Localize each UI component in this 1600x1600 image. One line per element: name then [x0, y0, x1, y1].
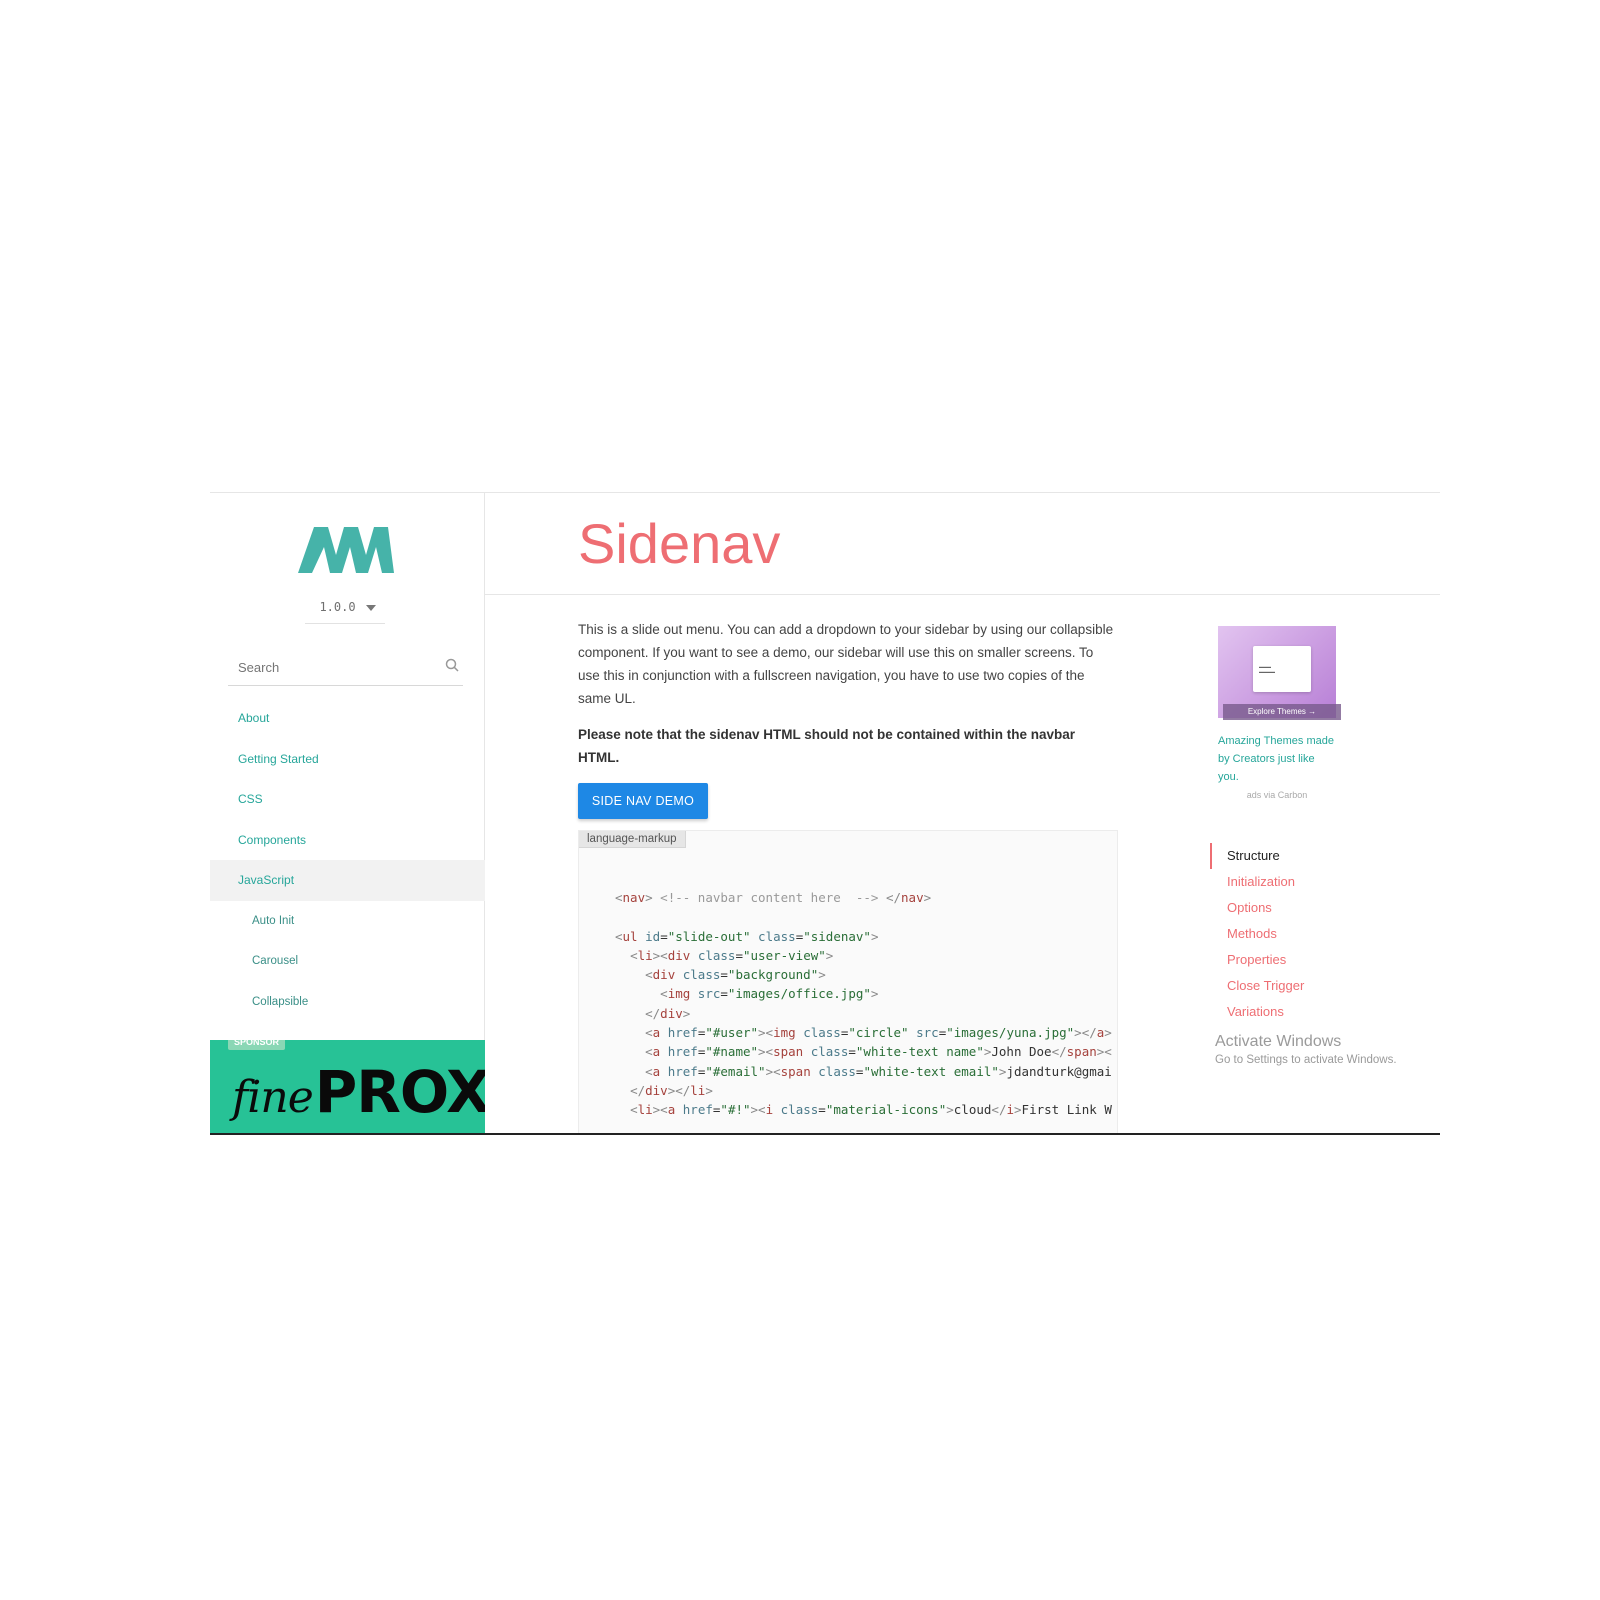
ad-image[interactable]: ▬▬▬ ▬▬▬▬ Explore Themes → [1218, 626, 1341, 720]
sponsor-logo-fine: fine [232, 1072, 314, 1123]
note-paragraph: Please note that the sidenav HTML should… [578, 727, 1076, 765]
toc-item-initialization[interactable]: Initialization [1210, 869, 1304, 895]
nav-item-javascript[interactable]: JavaScript [210, 860, 485, 901]
search-field [228, 648, 463, 686]
sponsor-banner[interactable]: SPONSOR finePROXY [210, 1040, 485, 1135]
materialize-logo[interactable] [292, 521, 396, 579]
toc-item-methods[interactable]: Methods [1210, 921, 1304, 947]
table-of-contents: Structure Initialization Options Methods… [1210, 843, 1304, 1025]
nav-item-carousel[interactable]: Carousel [210, 941, 485, 982]
intro-paragraph: This is a slide out menu. You can add a … [578, 622, 1114, 706]
activate-windows-subtitle: Go to Settings to activate Windows. [1215, 1054, 1397, 1066]
toc-item-close-trigger[interactable]: Close Trigger [1210, 973, 1304, 999]
carbon-ad[interactable]: ▬▬▬ ▬▬▬▬ Explore Themes → Amazing Themes … [1213, 626, 1341, 801]
code-block: language-markup <nav> <!-- navbar conten… [578, 830, 1118, 1135]
caret-down-icon [365, 604, 376, 611]
nav-menu: About Getting Started CSS Components Jav… [210, 698, 485, 1022]
side-nav-demo-button[interactable]: Side Nav Demo [578, 783, 708, 819]
ad-banner-label[interactable]: Explore Themes → [1223, 704, 1341, 720]
toc-item-properties[interactable]: Properties [1210, 947, 1304, 973]
nav-item-auto-init[interactable]: Auto Init [210, 901, 485, 942]
nav-item-css[interactable]: CSS [210, 779, 485, 820]
ad-via-link[interactable]: ads via Carbon [1218, 790, 1336, 800]
header-divider [485, 594, 1440, 595]
ad-preview-card: ▬▬▬ ▬▬▬▬ [1253, 646, 1311, 692]
nav-item-getting-started[interactable]: Getting Started [210, 739, 485, 780]
divider [305, 623, 385, 624]
main-content: This is a slide out menu. You can add a … [578, 618, 1118, 769]
version-label: 1.0.0 [319, 600, 356, 614]
fineproxy-logo: finePROXY [232, 1058, 485, 1126]
nav-item-about[interactable]: About [210, 698, 485, 739]
search-input[interactable] [238, 656, 438, 678]
ad-text[interactable]: Amazing Themes made by Creators just lik… [1218, 732, 1338, 786]
sidenav: 1.0.0 About Getting Started CSS Componen… [210, 493, 485, 1135]
frame-bottom-border [210, 1133, 1440, 1135]
windows-activation-watermark: Activate Windows Go to Settings to activ… [1215, 1033, 1397, 1066]
toc-item-options[interactable]: Options [1210, 895, 1304, 921]
nav-item-collapsible[interactable]: Collapsible [210, 982, 485, 1023]
toc-item-variations[interactable]: Variations [1210, 999, 1304, 1025]
search-icon[interactable] [445, 658, 459, 672]
nav-item-components[interactable]: Components [210, 820, 485, 861]
browser-viewport: 1.0.0 About Getting Started CSS Componen… [210, 492, 1440, 1135]
ad-card-text: ▬▬▬ ▬▬▬▬ [1259, 664, 1275, 674]
sponsor-badge: SPONSOR [228, 1040, 286, 1050]
activate-windows-title: Activate Windows [1215, 1033, 1342, 1050]
code-language-label: language-markup [579, 831, 686, 848]
toc-item-structure[interactable]: Structure [1210, 843, 1304, 869]
sponsor-logo-proxy: PROXY [314, 1058, 485, 1126]
version-selector[interactable]: 1.0.0 [210, 600, 485, 614]
page-title: Sidenav [578, 512, 781, 575]
code-content: <nav> <!-- navbar content here --> </nav… [615, 890, 1112, 1118]
